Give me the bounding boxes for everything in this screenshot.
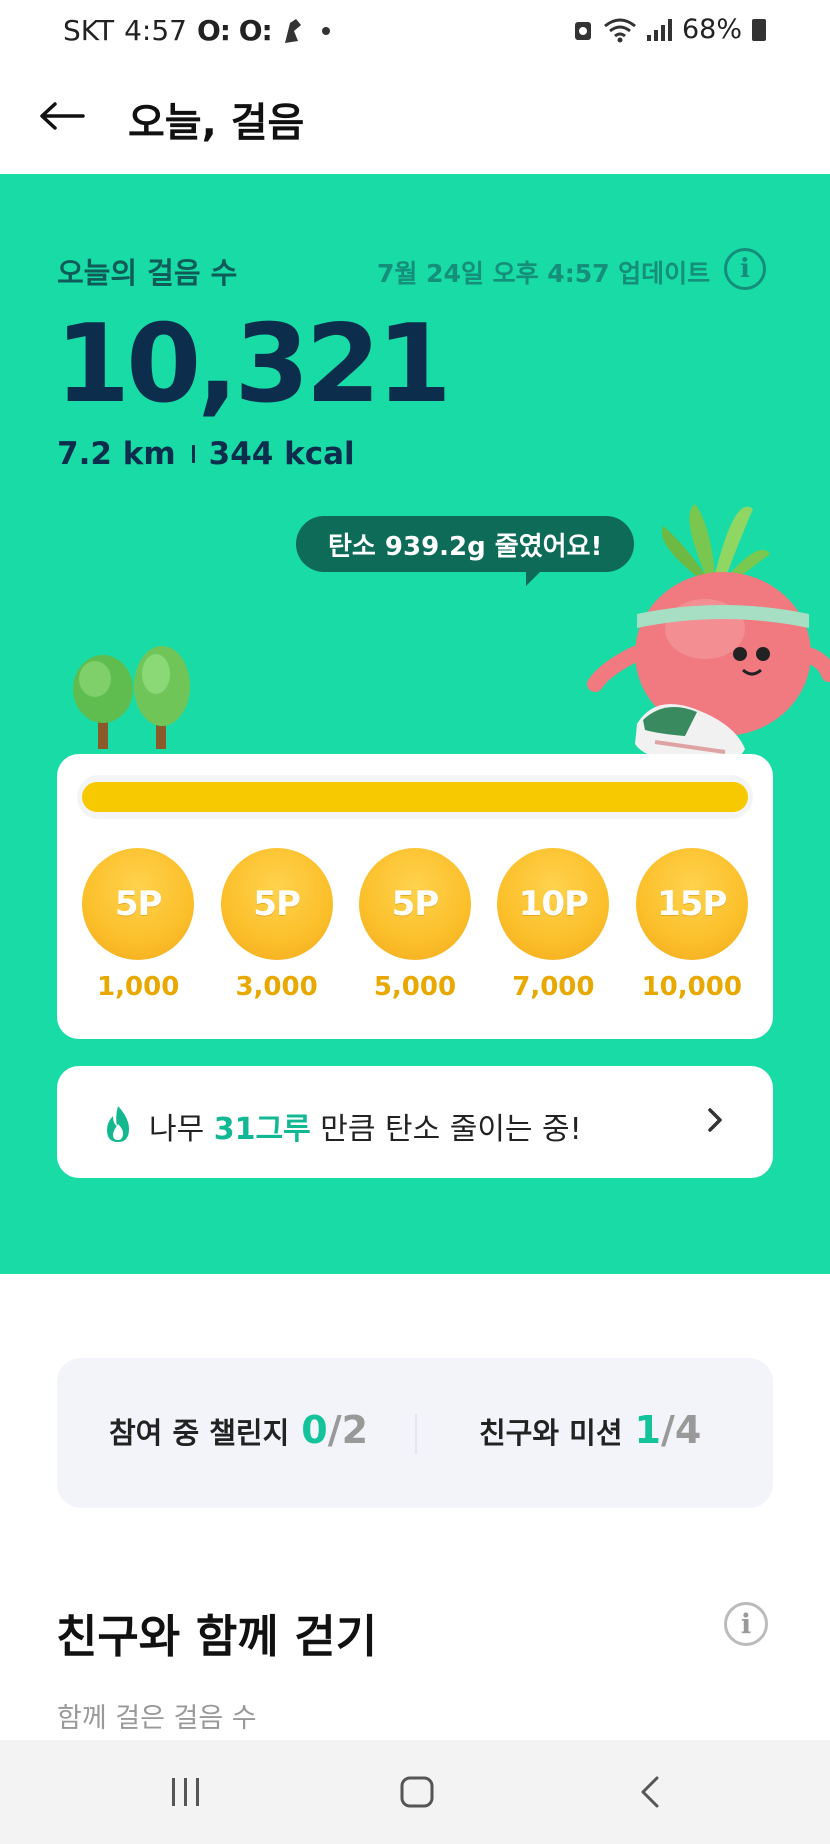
challenge-total: /2 (327, 1408, 369, 1452)
carrier: SKT (63, 14, 115, 47)
friends-subtitle: 함께 걸은 걸음 수 (57, 1703, 257, 1734)
calories: 344 kcal (208, 436, 355, 472)
update-time: 7월 24일 오후 4:57 업데이트 (377, 259, 711, 288)
coin-step-goal: 1,000 (97, 972, 180, 1002)
carbon-tree-banner[interactable]: 나무 31그루 만큼 탄소 줄이는 중! (57, 1066, 773, 1178)
app-header: 오늘, 걸음 (0, 60, 830, 174)
more-notifications-dot (321, 26, 330, 35)
signal-icon (646, 18, 672, 41)
coin-step-goal: 3,000 (235, 972, 318, 1002)
distance-calories: 7.2 km 344 kcal (57, 436, 355, 472)
point-coin[interactable]: 5P (358, 848, 471, 960)
point-coin[interactable]: 15P (635, 848, 748, 960)
mission-done: 1 (634, 1408, 661, 1452)
reward-coin-item[interactable]: 5P 5,000 (350, 848, 480, 1002)
tree-count: 31그루 (213, 1112, 311, 1147)
system-navigation-bar (0, 1740, 830, 1844)
coin-step-goal: 10,000 (641, 972, 742, 1002)
mission-total: /4 (660, 1408, 702, 1452)
reward-coin-item[interactable]: 15P 10,000 (627, 848, 757, 1002)
status-right: 68% (573, 14, 766, 45)
mission-count: 1/4 (635, 1408, 702, 1452)
trees-illustration (73, 646, 190, 749)
status-left: SKT 4:57 O: O: (63, 14, 330, 47)
clock: 4:57 (124, 14, 187, 47)
step-progress-fill (82, 782, 748, 812)
reward-card: 5P 1,000 5P 3,000 5P 5,000 10P 7,000 15P… (57, 754, 773, 1039)
challenge-done: 0 (301, 1408, 328, 1452)
steps-hero: 오늘의 걸음 수 7월 24일 오후 4:57 업데이트 i 10,321 7.… (0, 174, 830, 1274)
alarm-icon (574, 21, 591, 40)
steps-count: 10,321 (55, 302, 452, 427)
app-notification-icon (284, 18, 301, 43)
point-coin[interactable]: 5P (82, 848, 195, 960)
step-progress-bar (77, 775, 753, 819)
mission-label: 친구와 미션 (479, 1416, 623, 1450)
point-coin[interactable]: 5P (220, 848, 333, 960)
battery-icon (752, 18, 766, 41)
reward-coins: 5P 1,000 5P 3,000 5P 5,000 10P 7,000 15P… (57, 848, 773, 1002)
reward-coin-item[interactable]: 10P 7,000 (488, 848, 618, 1002)
coin-step-goal: 5,000 (373, 972, 457, 1002)
chevron-right-icon (707, 1106, 723, 1141)
mission-stat[interactable]: 친구와 미션 1/4 (479, 1408, 701, 1452)
notification-icons: O: O: (196, 14, 273, 47)
info-icon[interactable]: i (724, 248, 766, 290)
distance: 7.2 km (57, 436, 176, 472)
info-icon[interactable]: i (724, 1602, 768, 1646)
battery-percent: 68% (681, 14, 742, 45)
wifi-icon (604, 18, 636, 42)
tree-suffix: 만큼 탄소 줄이는 중! (320, 1112, 582, 1147)
steps-label: 오늘의 걸음 수 (57, 256, 238, 290)
radish-mascot-illustration (587, 504, 830, 765)
challenge-summary-card: 참여 중 챌린지 0/2 친구와 미션 1/4 (57, 1358, 773, 1508)
home-icon[interactable] (377, 1768, 457, 1816)
tree-prefix: 나무 (149, 1112, 205, 1147)
challenge-count: 0/2 (301, 1408, 368, 1452)
challenge-divider (415, 1414, 417, 1454)
reward-coin-item[interactable]: 5P 1,000 (73, 848, 203, 1002)
point-coin[interactable]: 10P (497, 848, 610, 960)
challenge-stat[interactable]: 참여 중 챌린지 0/2 (109, 1408, 368, 1452)
status-bar: SKT 4:57 O: O: 68% (0, 0, 830, 60)
challenge-label: 참여 중 챌린지 (109, 1416, 290, 1450)
back-icon[interactable] (610, 1768, 690, 1816)
flame-icon (107, 1106, 129, 1142)
back-arrow-icon[interactable] (34, 88, 90, 144)
coin-step-goal: 7,000 (512, 972, 595, 1002)
stats-divider (191, 445, 195, 463)
carbon-speech-bubble: 탄소 939.2g 줄였어요! (296, 516, 635, 586)
reward-coin-item[interactable]: 5P 3,000 (212, 848, 342, 1002)
recent-apps-icon[interactable] (146, 1768, 226, 1816)
page-title: 오늘, 걸음 (128, 100, 305, 146)
carbon-tree-text: 나무 31그루 만큼 탄소 줄이는 중! (149, 1104, 582, 1148)
friends-section-title: 친구와 함께 걷기 (56, 1610, 378, 1663)
